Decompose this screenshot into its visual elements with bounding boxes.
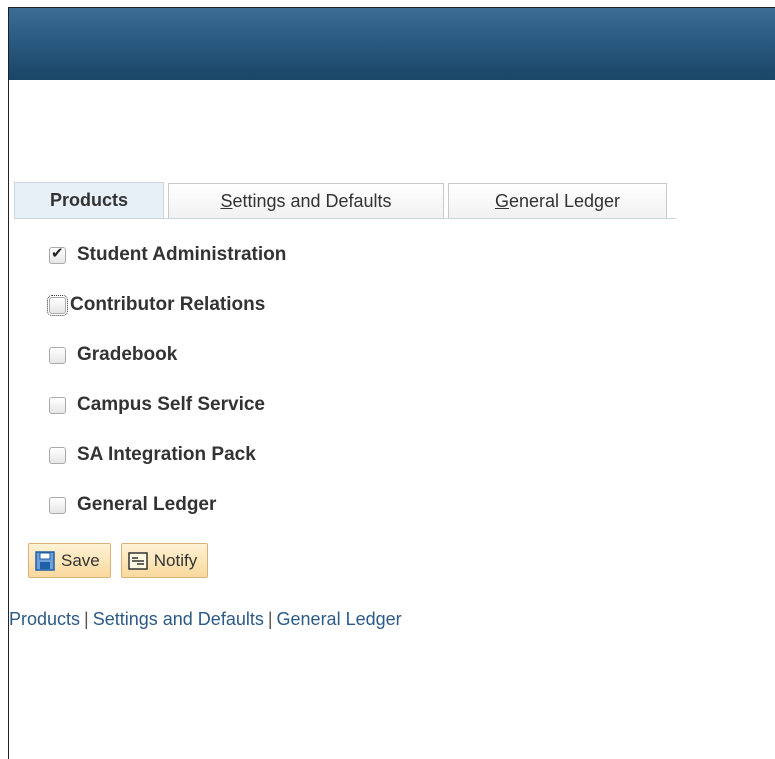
product-label: SA Integration Pack	[77, 444, 256, 465]
tab-products[interactable]: Products	[14, 182, 164, 218]
action-buttons: Save Notify	[28, 543, 218, 578]
tab-settings-label: Settings and Defaults	[220, 190, 392, 211]
tab-settings-and-defaults[interactable]: Settings and Defaults	[168, 183, 444, 218]
link-settings-and-defaults[interactable]: Settings and Defaults	[93, 609, 264, 629]
product-label: Student Administration	[77, 244, 287, 265]
checkbox-contributor-relations[interactable]	[47, 295, 68, 316]
save-label: Save	[61, 550, 100, 570]
tab-bar: Products Settings and Defaults General L…	[14, 178, 671, 218]
notify-label: Notify	[153, 550, 198, 570]
save-button[interactable]: Save	[28, 543, 111, 578]
checkbox-general-ledger[interactable]	[49, 497, 66, 514]
checkbox-sa-integration-pack[interactable]	[49, 447, 66, 464]
link-separator: |	[84, 609, 89, 629]
product-label: Gradebook	[77, 344, 178, 365]
tab-general-ledger-label: General Ledger	[494, 190, 621, 211]
checkbox-campus-self-service[interactable]	[49, 397, 66, 414]
tab-underline	[14, 218, 676, 219]
checkmark-icon: ✔	[51, 245, 64, 262]
tab-general-ledger[interactable]: General Ledger	[448, 183, 667, 218]
save-icon	[35, 550, 55, 571]
product-row-campus-self-service: Campus Self Service	[49, 391, 286, 441]
product-row-contributor-relations: Contributor Relations	[47, 291, 286, 341]
page-frame: Products Settings and Defaults General L…	[8, 7, 775, 759]
checkbox-student-administration[interactable]: ✔	[49, 245, 66, 264]
notify-icon	[128, 551, 148, 571]
product-label: General Ledger	[77, 494, 217, 515]
product-row-gradebook: Gradebook	[49, 341, 286, 391]
product-row-student-administration: ✔ Student Administration	[49, 241, 286, 291]
tab-products-label: Products	[49, 190, 128, 210]
link-separator: |	[267, 609, 273, 629]
page-links: Products | Settings and Defaults | General L…	[9, 609, 402, 630]
checkbox-gradebook[interactable]	[49, 347, 66, 364]
header-banner	[9, 8, 775, 80]
product-row-general-ledger: General Ledger	[49, 491, 286, 541]
product-row-sa-integration-pack: SA Integration Pack	[49, 441, 286, 491]
link-products[interactable]: Products	[9, 609, 80, 629]
product-label: Contributor Relations	[70, 294, 266, 315]
product-list: ✔ Student Administration Contributor Rel…	[47, 241, 286, 541]
product-label: Campus Self Service	[77, 394, 265, 415]
notify-button[interactable]: Notify	[120, 543, 209, 578]
link-general-ledger[interactable]: General Ledger	[277, 609, 402, 629]
